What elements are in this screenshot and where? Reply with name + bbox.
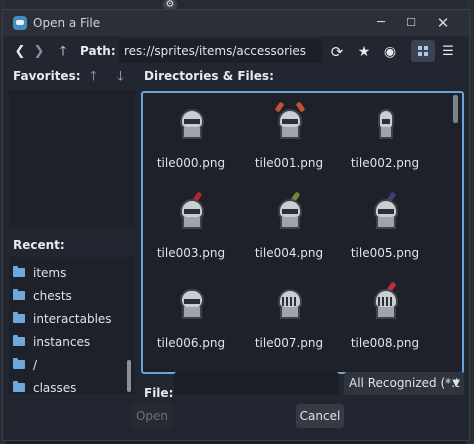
favorite-move-down-icon[interactable]: 🡓	[117, 67, 124, 89]
helmet-thumbnail-icon	[371, 281, 401, 325]
folder-icon	[13, 381, 25, 392]
file-item-label: tile008.png	[350, 336, 420, 350]
file-label: File:	[144, 386, 174, 400]
grid-view-icon[interactable]	[411, 40, 435, 62]
file-item-label: tile002.png	[350, 156, 420, 170]
minimize-button[interactable]: ─	[371, 14, 391, 32]
chevron-down-icon: ▼	[452, 378, 460, 389]
directories-files-label: Directories & Files:	[144, 69, 274, 83]
file-dialog: Open a File ─ ☐ ✕ ❮ ❯ 🡑 Path: res://spri…	[2, 9, 470, 441]
recent-item[interactable]: interactables	[13, 309, 128, 329]
favorite-star-icon[interactable]: ★	[355, 42, 373, 62]
helmet-thumbnail-icon	[371, 191, 401, 235]
file-item[interactable]: tile002.png	[347, 97, 423, 183]
file-filter-select[interactable]: All Recognized (*.t ▼	[344, 372, 464, 395]
helmet-thumbnail-icon	[177, 105, 207, 145]
recent-item-label: interactables	[33, 312, 112, 326]
title-bar[interactable]: Open a File ─ ☐ ✕	[3, 10, 469, 36]
go-up-icon[interactable]: 🡑	[54, 42, 72, 62]
folder-icon	[13, 312, 25, 323]
recent-item[interactable]: classes	[13, 378, 128, 394]
recent-item-label: /	[33, 358, 38, 372]
close-button[interactable]: ✕	[433, 14, 453, 32]
file-item-label: tile007.png	[254, 336, 324, 350]
favorite-move-up-icon[interactable]: 🡑	[90, 67, 97, 89]
file-item[interactable]: tile006.png	[153, 277, 229, 363]
recent-item-label: chests	[33, 289, 72, 303]
helmet-thumbnail-icon	[275, 285, 305, 325]
open-button[interactable]: Open	[132, 404, 172, 428]
helmet-thumbnail-icon	[177, 285, 207, 325]
back-icon[interactable]: ❮	[11, 42, 29, 62]
files-scrollbar[interactable]	[453, 95, 458, 123]
file-name-input[interactable]	[174, 372, 339, 395]
folder-icon	[13, 358, 25, 369]
refresh-icon[interactable]: ⟳	[328, 42, 346, 62]
show-hidden-eye-icon[interactable]: ◉	[381, 42, 399, 62]
folder-icon	[13, 266, 25, 277]
folder-icon	[13, 335, 25, 346]
file-item-label: tile001.png	[254, 156, 324, 170]
file-item-label: tile006.png	[156, 336, 226, 350]
helmet-thumbnail-icon	[275, 191, 305, 235]
file-item-label: tile000.png	[156, 156, 226, 170]
file-item[interactable]: tile007.png	[251, 277, 327, 363]
recent-item-label: instances	[33, 335, 91, 349]
folder-icon	[13, 289, 25, 300]
path-input[interactable]: res://sprites/items/accessories	[119, 39, 322, 63]
file-item[interactable]: tile003.png	[153, 187, 229, 273]
recent-item-label: classes	[33, 381, 77, 394]
recent-item[interactable]: instances	[13, 332, 128, 352]
recent-item[interactable]: /	[13, 355, 128, 375]
file-grid[interactable]: tile000.png tile001.png tile002.png tile003…	[141, 91, 464, 374]
godot-app-icon	[13, 16, 27, 30]
file-item[interactable]: tile000.png	[153, 97, 229, 183]
file-filter-value: All Recognized (*.t	[349, 376, 460, 390]
toolbar: ❮ ❯ 🡑 Path: res://sprites/items/accessor…	[3, 38, 469, 66]
file-item[interactable]: tile005.png	[347, 187, 423, 273]
maximize-button[interactable]: ☐	[401, 14, 421, 32]
favorites-list[interactable]	[9, 90, 135, 227]
recent-item-label: items	[33, 266, 67, 280]
file-item-label: tile005.png	[350, 246, 420, 260]
helmet-thumbnail-icon	[274, 101, 306, 145]
file-item[interactable]: tile004.png	[251, 187, 327, 273]
file-item[interactable]: tile008.png	[347, 277, 423, 363]
path-label: Path:	[80, 44, 116, 58]
recent-item[interactable]: items	[13, 263, 128, 283]
recent-item[interactable]: chests	[13, 286, 128, 306]
file-item-label: tile004.png	[254, 246, 324, 260]
list-view-icon[interactable]: ☰	[439, 42, 457, 62]
favorites-label: Favorites:	[13, 69, 81, 83]
recent-label: Recent:	[13, 238, 65, 252]
file-item[interactable]: tile001.png	[251, 97, 327, 183]
recent-scrollbar[interactable]	[127, 360, 131, 392]
forward-icon[interactable]: ❯	[30, 42, 48, 62]
cancel-button[interactable]: Cancel	[296, 404, 344, 428]
helmet-thumbnail-icon	[371, 105, 401, 145]
window-title: Open a File	[33, 16, 101, 30]
recent-list[interactable]: items chests interactables instances / c…	[9, 257, 135, 394]
file-item-label: tile003.png	[156, 246, 226, 260]
helmet-thumbnail-icon	[177, 191, 207, 235]
